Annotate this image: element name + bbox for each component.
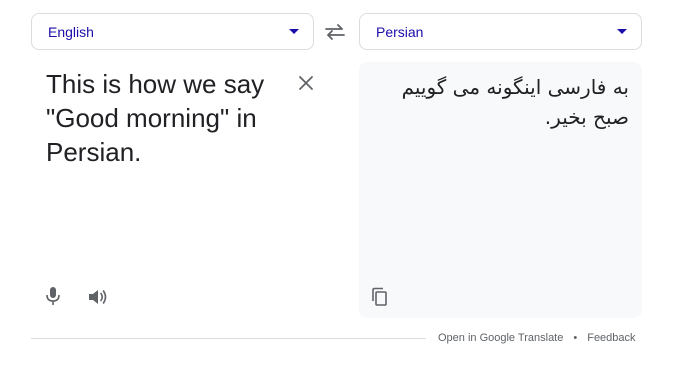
source-text[interactable]: This is how we say "Good morning" in Per… [46,67,276,169]
translation-panel: به فارسی اینگونه می گوییم صبح بخیر. [359,62,642,318]
swap-languages-icon[interactable] [324,22,346,42]
microphone-icon[interactable] [44,286,62,306]
source-text-panel[interactable]: This is how we say "Good morning" in Per… [31,62,326,318]
speaker-icon[interactable] [87,287,109,307]
copy-icon[interactable] [371,287,389,307]
feedback-link[interactable]: Feedback [587,332,635,344]
chevron-down-icon [617,29,627,34]
translation-text: به فارسی اینگونه می گوییم صبح بخیر. [401,75,629,129]
target-language-label: Persian [376,23,424,40]
close-icon[interactable] [296,73,316,93]
footer-separator: • [573,332,578,344]
open-in-google-translate-link[interactable]: Open in Google Translate [438,332,563,344]
target-language-select[interactable]: Persian [359,13,642,50]
source-language-label: English [48,23,94,40]
footer-divider [31,338,426,339]
chevron-down-icon [289,29,299,34]
footer: Open in Google Translate • Feedback [438,332,636,344]
source-language-select[interactable]: English [31,13,314,50]
